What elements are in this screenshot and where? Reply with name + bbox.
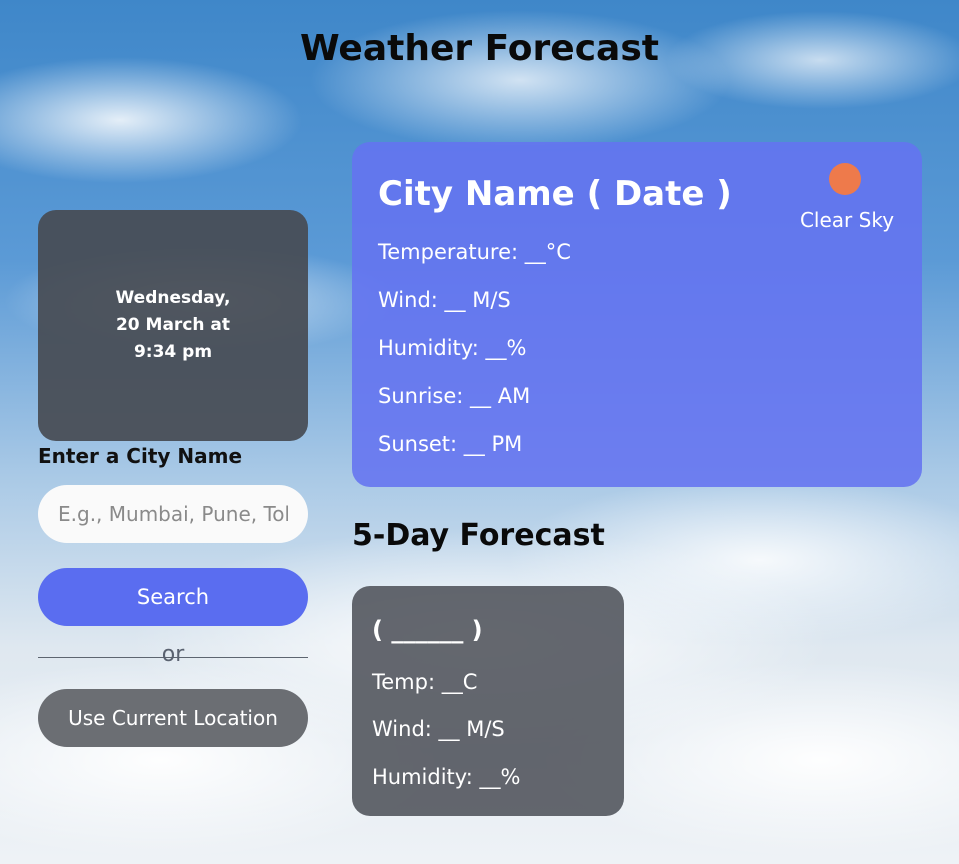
forecast-temp: Temp: __C [372,670,478,694]
city-input-label: Enter a City Name [38,444,243,468]
forecast-humidity: Humidity: __% [372,765,521,789]
humidity-value: Humidity: __% [378,336,527,360]
sun-icon [829,163,861,195]
or-separator: or [161,642,185,667]
sunrise-value: Sunrise: __ AM [378,384,531,408]
use-current-location-button[interactable]: Use Current Location [38,689,308,747]
city-search-input[interactable] [38,485,308,543]
forecast-wind: Wind: __ M/S [372,717,505,741]
datetime-card: Wednesday, 20 March at 9:34 pm [38,210,308,441]
page-title: Weather Forecast [300,28,659,69]
forecast-heading: 5-Day Forecast [352,518,605,553]
datetime-line: 9:34 pm [133,342,213,362]
forecast-date: ( ______ ) [372,616,483,644]
datetime-line: 20 March at [115,315,231,335]
sunset-value: Sunset: __ PM [378,432,523,456]
search-button[interactable]: Search [38,568,308,626]
forecast-card: ( ______ ) Temp: __C Wind: __ M/S Humidi… [352,586,624,816]
wind-value: Wind: __ M/S [378,288,511,312]
temperature-value: Temperature: __°C [378,240,571,264]
datetime-line: Wednesday, [115,288,231,308]
current-weather-card: City Name ( Date ) Clear Sky Temperature… [352,142,922,487]
weather-condition: Clear Sky [799,208,895,232]
city-date-heading: City Name ( Date ) [378,174,732,214]
